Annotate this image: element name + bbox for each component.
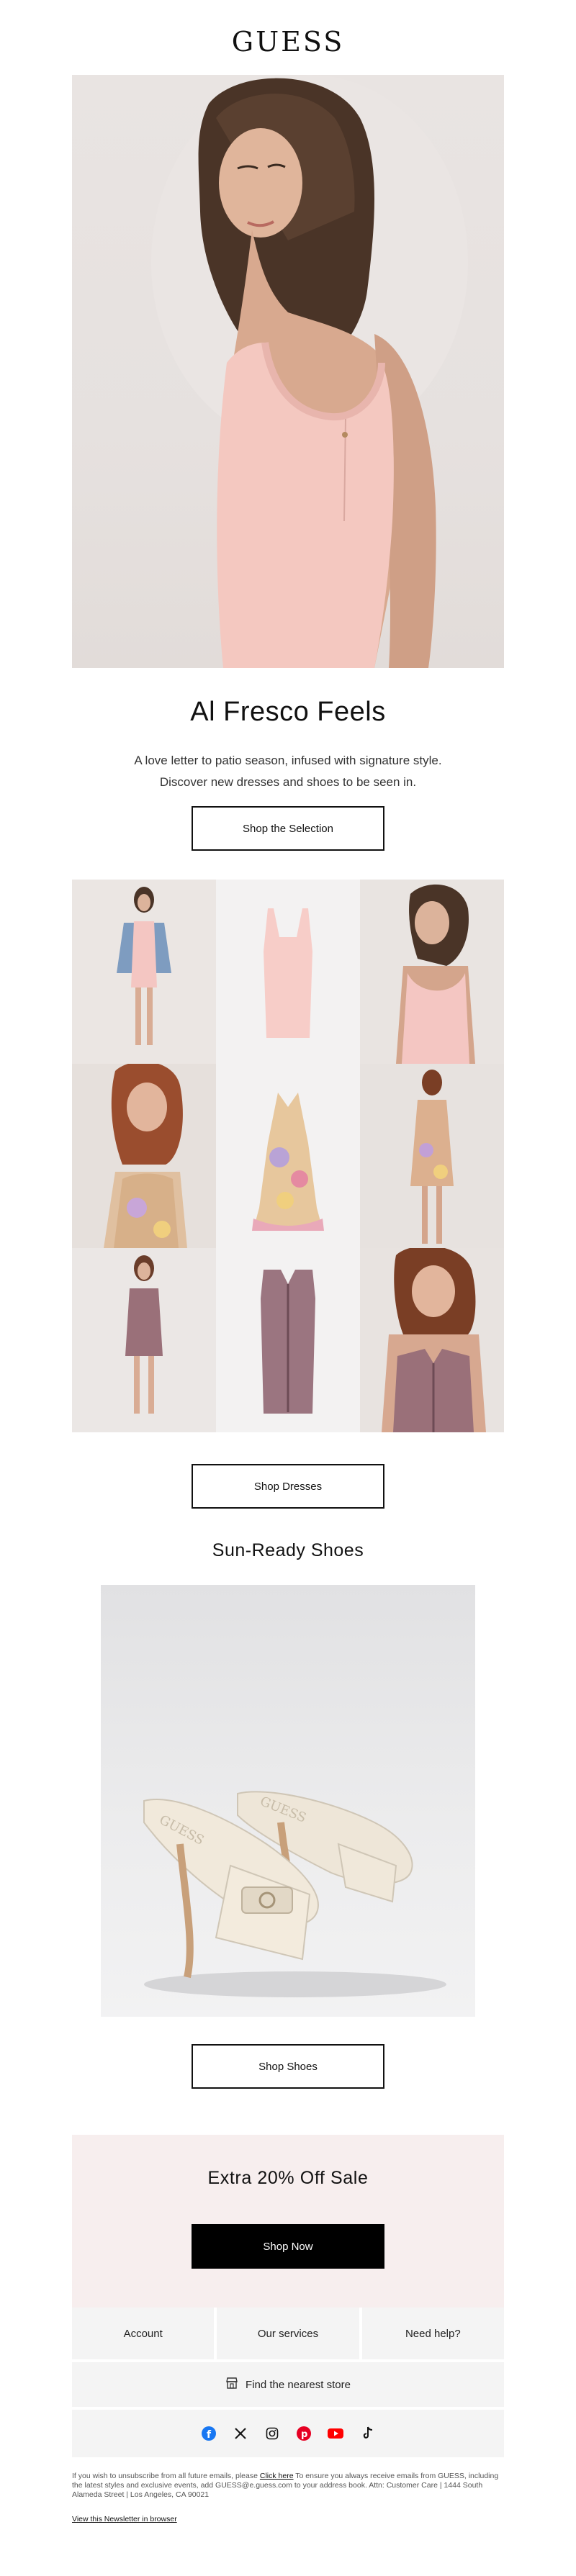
pink-dress-denim-jacket-tile[interactable]: [72, 880, 216, 1064]
unsubscribe-link[interactable]: Click here: [260, 2472, 294, 2480]
social-icons-row: f p: [72, 2408, 504, 2457]
youtube-icon[interactable]: [328, 2426, 343, 2441]
find-store-label: Find the nearest store: [246, 2378, 351, 2391]
legal-text: If you wish to unsubscribe from all futu…: [72, 2472, 504, 2500]
x-icon[interactable]: [233, 2426, 248, 2441]
hero-image[interactable]: [72, 75, 504, 668]
find-store-link[interactable]: Find the nearest store: [72, 2361, 504, 2407]
svg-text:f: f: [207, 2429, 212, 2441]
facebook-icon[interactable]: f: [201, 2426, 217, 2441]
account-link[interactable]: Account: [72, 2308, 217, 2359]
guess-logo[interactable]: GUESS: [0, 26, 576, 58]
our-services-link[interactable]: Our services: [217, 2308, 362, 2359]
pink-dress-back-view-tile[interactable]: [360, 880, 504, 1064]
svg-text:p: p: [301, 2429, 307, 2440]
hero-body-line-1: A love letter to patio season, infused w…: [134, 754, 442, 767]
mauve-zip-dress-product-tile[interactable]: [216, 1248, 360, 1432]
pinterest-icon[interactable]: p: [296, 2426, 312, 2441]
shop-now-button[interactable]: Shop Now: [192, 2224, 384, 2269]
shop-dresses-button[interactable]: Shop Dresses: [192, 1464, 384, 1509]
promo-banner: Extra 20% Off Sale Shop Now: [72, 2135, 504, 2308]
shoes-section-title: Sun-Ready Shoes: [212, 1540, 364, 1560]
footer-links: Account Our services Need help?: [72, 2308, 504, 2359]
hero-body-line-2: Discover new dresses and shoes to be see…: [159, 775, 417, 789]
shop-selection-button[interactable]: Shop the Selection: [192, 806, 384, 851]
tiktok-icon[interactable]: [359, 2426, 375, 2441]
view-in-browser-link[interactable]: View this Newsletter in browser: [72, 2515, 177, 2523]
shop-shoes-button[interactable]: Shop Shoes: [192, 2044, 384, 2089]
hero-title: Al Fresco Feels: [190, 697, 386, 727]
floral-halter-dress-model-tile[interactable]: [72, 1064, 216, 1248]
dress-grid: [72, 880, 504, 1432]
email-page: GUESS Al Fresco Feels A love letter to p…: [0, 0, 576, 2576]
hero-body: A love letter to patio season, infused w…: [86, 750, 490, 793]
mauve-zip-dress-model-tile[interactable]: [72, 1248, 216, 1432]
floral-dress-back-view-tile[interactable]: [360, 1064, 504, 1248]
floral-halter-dress-product-tile[interactable]: [216, 1064, 360, 1248]
need-help-link[interactable]: Need help?: [362, 2308, 504, 2359]
mauve-zip-dress-closeup-tile[interactable]: [360, 1248, 504, 1432]
store-icon: [225, 2377, 238, 2392]
legal-pre: If you wish to unsubscribe from all futu…: [72, 2472, 258, 2480]
shoes-image[interactable]: GUESS GUESS: [101, 1585, 475, 2017]
pink-knit-dress-product-tile[interactable]: [216, 880, 360, 1064]
instagram-icon[interactable]: [264, 2426, 280, 2441]
promo-title: Extra 20% Off Sale: [207, 2168, 369, 2188]
